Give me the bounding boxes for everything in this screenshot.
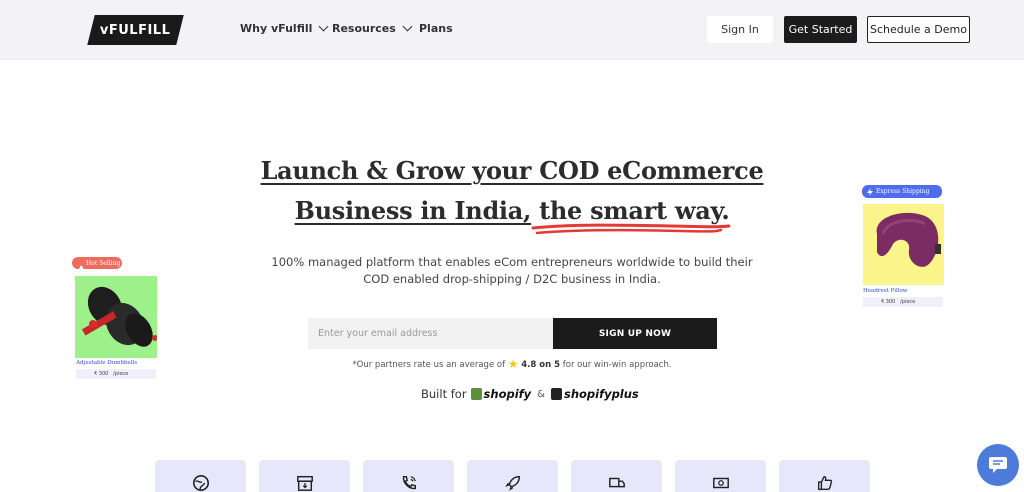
feature-tile-support[interactable] xyxy=(779,460,870,492)
hero-subtitle: 100% managed platform that enables eCom … xyxy=(271,255,753,286)
product-price: ₹ 300 /piece xyxy=(863,297,943,307)
product-name: Headrest Pillow xyxy=(863,288,908,294)
lightning-icon xyxy=(867,188,873,196)
feature-tile-payments[interactable] xyxy=(675,460,766,492)
feature-tile-launch[interactable] xyxy=(467,460,558,492)
price-unit: /piece xyxy=(900,299,916,305)
badge-label: Express Shipping xyxy=(876,188,930,195)
phone-call-icon xyxy=(402,475,416,490)
rating-prefix: *Our partners rate us an average of xyxy=(352,360,506,370)
product-price: ₹ 300 /piece xyxy=(76,369,156,379)
nav-label: Plans xyxy=(419,22,453,35)
hero-title-text: Launch & Grow your COD eCommerce xyxy=(260,156,764,185)
nav-plans[interactable]: Plans xyxy=(419,22,453,35)
archive-box-icon xyxy=(296,475,313,491)
rating-value: 4.8 on 5 xyxy=(521,360,561,370)
nav-label: Resources xyxy=(332,22,396,35)
chat-widget-button[interactable] xyxy=(977,444,1019,486)
dumbbells-image xyxy=(75,276,157,358)
red-underline-squiggle xyxy=(531,223,731,235)
shopify-plus-logo: shopifyplus xyxy=(550,387,639,401)
feature-tile-shipping[interactable] xyxy=(571,460,662,492)
shopify-plus-text: shopifyplus xyxy=(563,387,639,401)
built-for-row: Built for shopify & shopifyplus xyxy=(421,387,639,401)
nav-resources[interactable]: Resources xyxy=(332,21,413,35)
price-unit: /piece xyxy=(113,371,129,377)
sign-in-button[interactable]: Sign In xyxy=(707,16,773,43)
feature-tile-global[interactable] xyxy=(155,460,246,492)
feature-tile-calling[interactable] xyxy=(363,460,454,492)
vfulfill-logo[interactable]: vFULFILL xyxy=(87,15,184,45)
chevron-down-icon xyxy=(402,21,413,32)
price-value: ₹ 300 xyxy=(94,371,109,377)
hero-title-line1: Launch & Grow your COD eCommerce xyxy=(0,156,1024,185)
express-shipping-badge: Express Shipping xyxy=(862,185,942,198)
shopify-logo: shopify xyxy=(470,387,532,401)
globe-icon xyxy=(192,474,209,492)
chat-bubble-icon xyxy=(989,457,1007,473)
thumbs-up-icon xyxy=(817,476,832,490)
price-value: ₹ 300 xyxy=(881,299,896,305)
built-for-label: Built for xyxy=(421,387,467,401)
sign-up-button[interactable]: SIGN UP NOW xyxy=(553,318,717,349)
logo-text: vFULFILL xyxy=(100,22,171,38)
badge-label: Hot Selling xyxy=(86,259,121,267)
nav-label: Why vFulfill xyxy=(240,22,313,35)
cash-icon xyxy=(712,477,729,489)
flame-icon xyxy=(78,265,84,273)
ampersand: & xyxy=(537,388,545,400)
shopify-text: shopify xyxy=(483,387,532,401)
pillow-image xyxy=(863,204,944,285)
product-card-dumbbells[interactable]: Hot Selling Adjustable Dumbbells ₹ 300 /… xyxy=(70,255,158,381)
schedule-demo-button[interactable]: Schedule a Demo xyxy=(867,16,970,43)
get-started-button[interactable]: Get Started xyxy=(784,16,857,43)
hero-title-highlight: the smart way. xyxy=(539,196,730,225)
truck-icon xyxy=(608,477,625,488)
product-card-pillow[interactable]: Express Shipping Headrest Pillow ₹ 300 /… xyxy=(860,183,946,309)
feature-tile-warehouse[interactable] xyxy=(259,460,350,492)
star-icon: ★ xyxy=(507,357,519,371)
email-input[interactable]: Enter your email address xyxy=(308,318,553,349)
nav-why-vfulfill[interactable]: Why vFulfill xyxy=(240,21,329,35)
chevron-down-icon xyxy=(318,21,329,32)
shopify-bag-icon xyxy=(470,388,482,400)
rating-suffix: for our win-win approach. xyxy=(562,360,672,370)
hero-title-text: Business in India, xyxy=(294,196,532,225)
site-header: vFULFILL Why vFulfill Resources Plans Si… xyxy=(0,0,1024,60)
product-name: Adjustable Dumbbells xyxy=(76,360,138,366)
rocket-icon xyxy=(504,475,520,491)
page: vFULFILL Why vFulfill Resources Plans Si… xyxy=(0,0,1024,492)
shopify-plus-bag-icon xyxy=(550,388,562,400)
